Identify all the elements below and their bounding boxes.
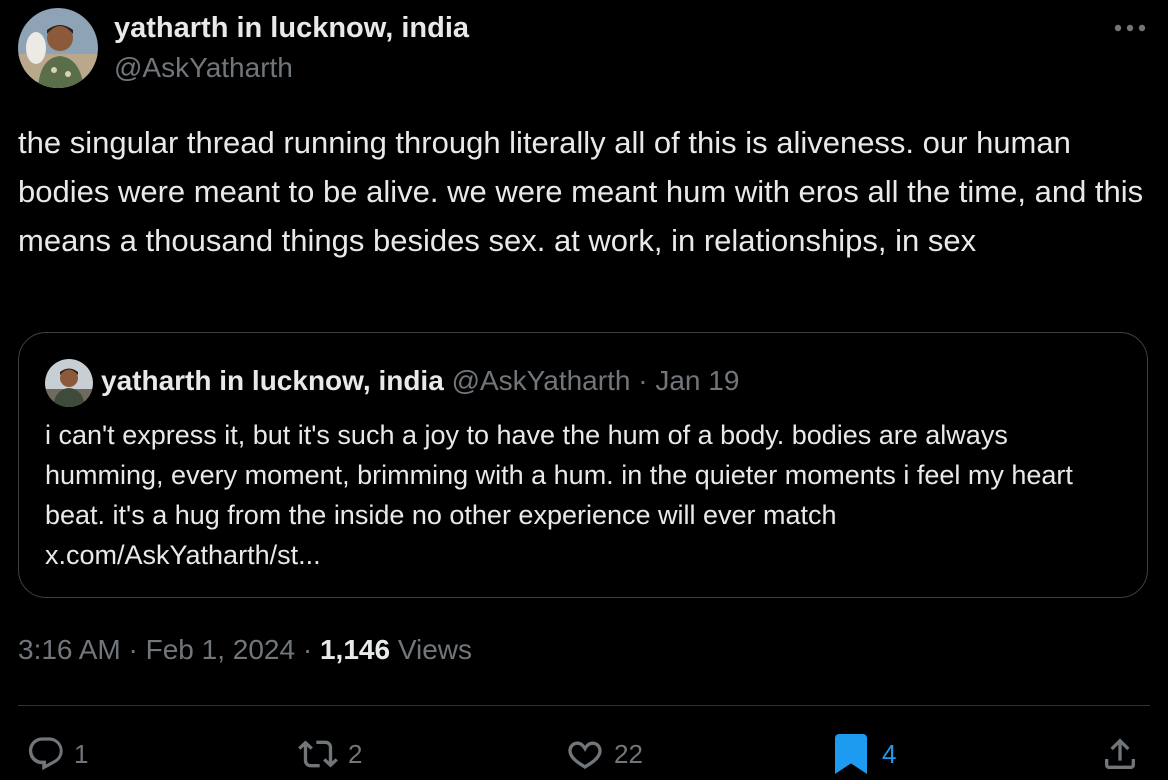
quoted-tweet-date[interactable]: Jan 19 [655, 365, 739, 396]
quoted-author-display-name[interactable]: yatharth in lucknow, india [101, 365, 444, 396]
tweet-time[interactable]: 3:16 AM [18, 634, 121, 665]
share-button[interactable] [1100, 732, 1140, 776]
tweet-date[interactable]: Feb 1, 2024 [146, 634, 295, 665]
quoted-author-avatar-image [45, 359, 93, 407]
quoted-separator: · [638, 365, 648, 396]
quoted-tweet-header: yatharth in lucknow, india @AskYatharth … [101, 365, 739, 397]
repost-icon [298, 740, 338, 768]
meta-separator: · [128, 634, 138, 665]
quoted-tweet-card[interactable]: yatharth in lucknow, india @AskYatharth … [18, 332, 1148, 598]
repost-button[interactable]: 2 [296, 732, 362, 776]
bookmark-icon [835, 734, 867, 774]
views-count[interactable]: 1,146 [320, 634, 390, 665]
tweet: yatharth in lucknow, india @AskYatharth … [0, 0, 1168, 780]
views-label: Views [397, 634, 473, 665]
reply-icon [28, 737, 63, 771]
author-avatar-image [18, 8, 98, 88]
divider [18, 705, 1150, 706]
author-avatar[interactable] [18, 8, 98, 88]
quoted-author-handle[interactable]: @AskYatharth [452, 365, 631, 396]
author-display-name[interactable]: yatharth in lucknow, india [114, 12, 469, 45]
share-icon [1105, 738, 1135, 769]
like-button[interactable]: 22 [564, 732, 643, 776]
like-count: 22 [614, 738, 643, 769]
reply-button[interactable]: 1 [26, 732, 88, 776]
heart-icon [568, 741, 602, 769]
repost-count: 2 [348, 738, 363, 769]
reply-count: 1 [74, 738, 89, 769]
quoted-tweet-text: i can't express it, but it's such a joy … [45, 420, 1073, 570]
more-button[interactable] [1110, 14, 1150, 42]
author-handle[interactable]: @AskYatharth [114, 52, 293, 84]
bookmark-button[interactable]: 4 [834, 732, 896, 776]
bookmark-count: 4 [882, 738, 897, 769]
meta-separator: · [302, 634, 313, 665]
tweet-text: the singular thread running through lite… [18, 125, 1144, 258]
more-icon [1114, 24, 1146, 32]
tweet-metadata: 3:16 AM · Feb 1, 2024 · 1,146 Views [18, 634, 472, 666]
quoted-author-avatar[interactable] [45, 359, 93, 407]
